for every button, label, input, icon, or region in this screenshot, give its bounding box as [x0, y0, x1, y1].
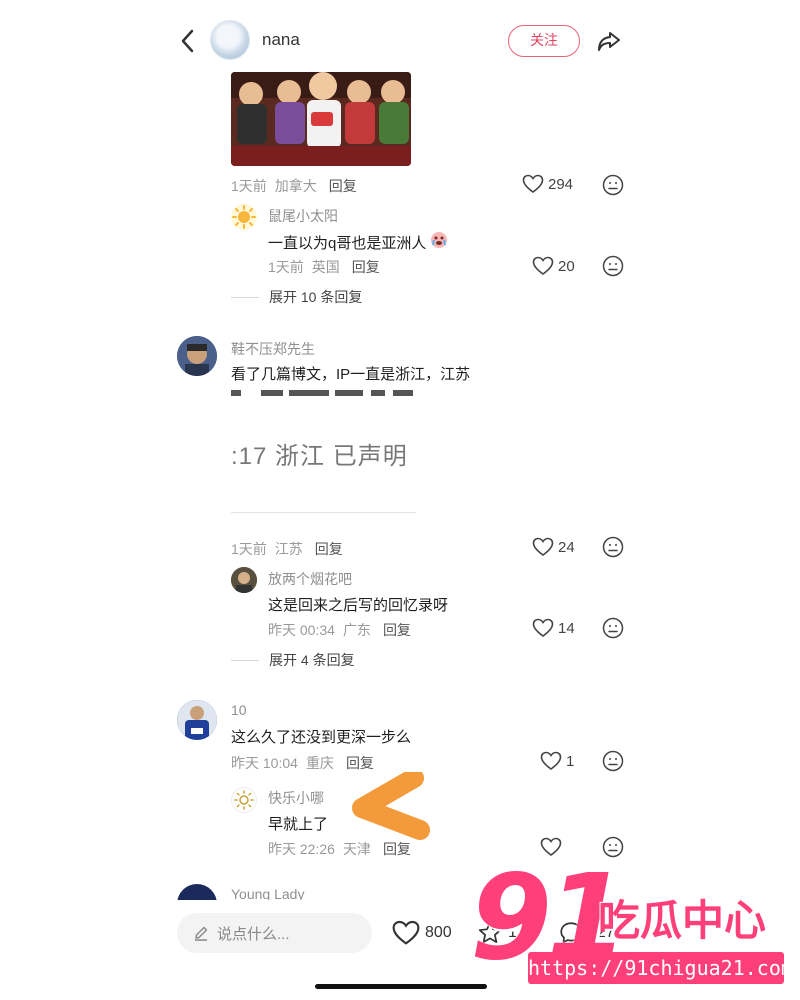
- like-count: 14: [558, 619, 575, 637]
- comment-time: 1天前: [231, 178, 267, 194]
- crying-emoji-icon: [428, 230, 450, 255]
- dislike-icon[interactable]: [602, 174, 624, 196]
- comment-input[interactable]: 说点什么...: [177, 913, 372, 953]
- comment-image[interactable]: :17 浙江 已声明: [231, 390, 416, 516]
- back-icon[interactable]: [176, 26, 200, 56]
- dislike-icon[interactable]: [602, 750, 624, 772]
- reply-body: 一直以为q哥也是亚洲人: [268, 230, 450, 255]
- reply-meta: 昨天 00:34 广东 回复: [268, 620, 419, 640]
- post-like-count: 800: [425, 924, 452, 941]
- comment-location: 重庆: [305, 755, 334, 771]
- heart-icon: [540, 751, 562, 770]
- like-post-button[interactable]: 800: [391, 920, 452, 946]
- follow-button[interactable]: 关注: [508, 25, 580, 57]
- reply-button[interactable]: 回复: [383, 620, 411, 640]
- comment-time: 1天前: [231, 541, 267, 557]
- dislike-icon[interactable]: [602, 536, 624, 558]
- divider: [231, 659, 259, 661]
- avatar[interactable]: [231, 204, 257, 230]
- comment-author[interactable]: 鞋不压郑先生: [231, 339, 315, 359]
- comment-image[interactable]: [231, 72, 411, 166]
- reply-author[interactable]: 快乐小哪: [268, 788, 324, 808]
- like-count: 1: [566, 752, 575, 770]
- divider: [231, 296, 259, 298]
- comment-author[interactable]: 10: [231, 702, 247, 718]
- like-count: 24: [558, 538, 575, 556]
- reply-time: 昨天 22:26: [268, 841, 335, 857]
- dislike-icon[interactable]: [602, 617, 624, 639]
- expand-replies-label: 展开 4 条回复: [269, 652, 355, 668]
- divider: [231, 512, 416, 513]
- expand-replies-button[interactable]: 展开 4 条回复: [231, 650, 355, 670]
- heart-icon: [522, 174, 544, 193]
- reply-time: 昨天 00:34: [268, 622, 335, 638]
- comment-meta: 1天前 加拿大 回复: [231, 176, 365, 196]
- comment-text: 这么久了还没到更深一步么: [231, 729, 412, 746]
- heart-icon: [532, 256, 554, 275]
- image-caption: :17 浙江 已声明: [231, 443, 408, 470]
- reply-location: 广东: [342, 622, 371, 638]
- dislike-icon[interactable]: [602, 255, 624, 277]
- like-button[interactable]: 294: [522, 174, 573, 194]
- reply-text: 早就上了: [268, 816, 329, 833]
- watermark-url: https://91chigua21.com: [528, 952, 793, 984]
- comment-input-placeholder: 说点什么...: [217, 925, 290, 943]
- like-count: 20: [558, 257, 575, 275]
- page-title[interactable]: nana: [262, 30, 300, 50]
- reply-time: 1天前: [268, 259, 304, 275]
- comment-location: 加拿大: [274, 178, 317, 194]
- comment-meta: 昨天 10:04 重庆 回复: [231, 753, 382, 773]
- like-count: 294: [548, 175, 574, 193]
- comment-location: 江苏: [274, 541, 303, 557]
- expand-replies-button[interactable]: 展开 10 条回复: [231, 287, 362, 307]
- avatar[interactable]: [177, 700, 217, 740]
- sun-icon: [234, 790, 254, 810]
- like-button[interactable]: 20: [532, 256, 575, 276]
- cropped-text-fragment: [231, 390, 416, 404]
- heart-icon: [532, 537, 554, 556]
- comment-meta: 1天前 江苏 回复: [231, 539, 351, 559]
- comment-time: 昨天 10:04: [231, 755, 298, 771]
- like-button[interactable]: 14: [532, 618, 575, 638]
- expand-replies-label: 展开 10 条回复: [269, 289, 363, 305]
- heart-icon: [532, 618, 554, 637]
- pencil-icon: [195, 926, 208, 941]
- comment-text: 看了几篇博文，IP一直是浙江，江苏: [231, 366, 471, 383]
- like-button[interactable]: 1: [540, 751, 574, 771]
- reply-text: 这是回来之后写的回忆录呀: [268, 597, 449, 614]
- reply-author[interactable]: 鼠尾小太阳: [268, 206, 338, 226]
- heart-icon: [392, 920, 420, 945]
- avatar[interactable]: [231, 567, 257, 593]
- avatar[interactable]: [177, 336, 217, 376]
- sun-icon: [232, 205, 256, 229]
- home-indicator: [315, 984, 487, 989]
- share-icon[interactable]: [596, 28, 622, 54]
- like-button[interactable]: 24: [532, 537, 575, 557]
- arrow-annotation-icon: [350, 768, 430, 847]
- watermark-text: 吃瓜中心: [598, 896, 767, 945]
- reply-button[interactable]: 回复: [315, 539, 343, 559]
- reply-button[interactable]: 回复: [346, 753, 374, 773]
- avatar[interactable]: [210, 20, 250, 60]
- reply-author[interactable]: 放两个烟花吧: [268, 569, 352, 589]
- reply-button[interactable]: 回复: [329, 176, 357, 196]
- reply-button[interactable]: 回复: [352, 257, 380, 277]
- avatar[interactable]: [231, 787, 257, 813]
- reply-location: 英国: [311, 259, 340, 275]
- reply-text: 一直以为q哥也是亚洲人: [268, 235, 427, 252]
- reply-meta: 1天前 英国 回复: [268, 257, 388, 277]
